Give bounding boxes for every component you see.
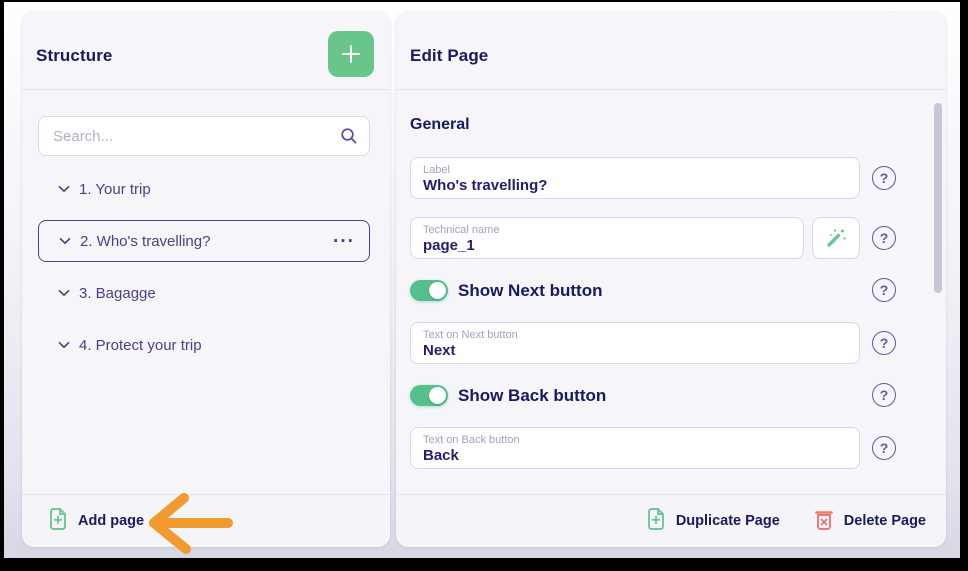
ellipsis-menu-icon[interactable]: ··· <box>333 232 355 251</box>
page-item-2-selected[interactable]: 2. Who's travelling? ··· <box>38 220 370 262</box>
search-wrap <box>38 116 370 156</box>
back-text-field[interactable]: Text on Back button Back <box>410 427 860 469</box>
help-icon-next-text[interactable]: ? <box>872 331 896 355</box>
help-icon-show-back[interactable]: ? <box>872 383 896 407</box>
question-mark-glyph: ? <box>879 282 889 298</box>
page-item-label: 4. Protect your trip <box>79 336 202 354</box>
label-field-caption: Label <box>423 164 450 176</box>
question-mark-glyph: ? <box>879 440 889 456</box>
next-text-field[interactable]: Text on Next button Next <box>410 322 860 364</box>
toggle-knob <box>429 387 446 404</box>
add-page-button[interactable]: Add page <box>48 507 144 535</box>
question-mark-glyph: ? <box>879 170 889 186</box>
page-item-label: 2. Who's travelling? <box>80 232 211 250</box>
plus-icon <box>340 43 362 65</box>
general-section-title: General <box>410 116 470 133</box>
back-text-caption: Text on Back button <box>423 434 520 446</box>
edit-page-footer: Duplicate Page Delete Page <box>396 494 946 547</box>
label-field-value: Who's travelling? <box>423 177 548 194</box>
back-text-value: Back <box>423 447 459 464</box>
question-mark-glyph: ? <box>879 387 889 403</box>
page-item-4[interactable]: 4. Protect your trip <box>38 324 370 366</box>
magic-wand-icon <box>823 224 849 253</box>
page-plus-icon <box>48 507 68 535</box>
page-item-label: 1. Your trip <box>79 180 151 198</box>
trash-x-icon <box>814 507 834 535</box>
next-text-value: Next <box>423 342 456 359</box>
technical-name-field[interactable]: Technical name page_1 <box>410 217 804 259</box>
question-mark-glyph: ? <box>879 335 889 351</box>
page-plus-icon <box>646 507 666 535</box>
question-mark-glyph: ? <box>879 230 889 246</box>
add-structure-button[interactable] <box>328 31 374 77</box>
app-background: Structure 1. Your trip <box>4 2 960 558</box>
delete-page-button[interactable]: Delete Page <box>814 507 926 535</box>
help-icon-show-next[interactable]: ? <box>872 278 896 302</box>
toggle-knob <box>429 282 446 299</box>
duplicate-page-label: Duplicate Page <box>675 513 780 529</box>
page-item-3[interactable]: 3. Bagagge <box>38 272 370 314</box>
delete-page-label: Delete Page <box>843 513 926 529</box>
help-icon-label[interactable]: ? <box>872 166 896 190</box>
label-field[interactable]: Label Who's travelling? <box>410 157 860 199</box>
chevron-down-icon[interactable] <box>58 341 70 349</box>
duplicate-page-button[interactable]: Duplicate Page <box>646 507 780 535</box>
help-icon-technical-name[interactable]: ? <box>872 226 896 250</box>
chevron-down-icon[interactable] <box>58 185 70 193</box>
add-page-label: Add page <box>78 513 145 529</box>
show-back-toggle[interactable] <box>410 385 448 406</box>
technical-name-caption: Technical name <box>423 224 500 236</box>
structure-header: Structure <box>22 12 390 90</box>
generate-name-button[interactable] <box>812 217 860 259</box>
show-next-label: Show Next button <box>458 281 603 300</box>
scrollbar-thumb[interactable] <box>934 103 942 293</box>
structure-panel: Structure 1. Your trip <box>22 12 390 547</box>
search-icon <box>340 127 358 150</box>
edit-page-header: Edit Page <box>396 12 946 90</box>
page-item-label: 3. Bagagge <box>79 284 156 302</box>
chevron-down-icon[interactable] <box>59 237 71 245</box>
edit-page-title: Edit Page <box>410 46 489 65</box>
show-back-label: Show Back button <box>458 386 607 405</box>
technical-name-value: page_1 <box>423 237 475 254</box>
structure-footer: Add page <box>22 494 390 547</box>
chevron-down-icon[interactable] <box>58 289 70 297</box>
page-item-1[interactable]: 1. Your trip <box>38 168 370 210</box>
search-input[interactable] <box>38 116 370 156</box>
structure-title: Structure <box>36 46 113 65</box>
help-icon-back-text[interactable]: ? <box>872 436 896 460</box>
show-next-toggle[interactable] <box>410 280 448 301</box>
edit-page-panel: Edit Page General Label Who's travelling… <box>396 12 946 547</box>
next-text-caption: Text on Next button <box>423 329 518 341</box>
